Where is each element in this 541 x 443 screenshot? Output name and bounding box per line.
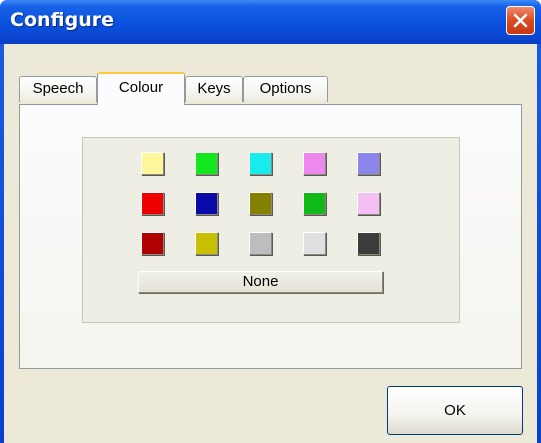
- colour-swatch[interactable]: [249, 232, 272, 255]
- colour-swatch[interactable]: [303, 192, 326, 215]
- colour-swatch[interactable]: [141, 152, 164, 175]
- none-colour-button[interactable]: None: [138, 271, 383, 293]
- tab-keys[interactable]: Keys: [185, 76, 243, 102]
- colour-swatch[interactable]: [303, 232, 326, 255]
- tab-options[interactable]: Options: [243, 76, 328, 102]
- title-bar[interactable]: Configure: [0, 0, 541, 44]
- colour-swatch[interactable]: [249, 192, 272, 215]
- tab-speech[interactable]: Speech: [19, 76, 97, 102]
- ok-button[interactable]: OK: [387, 386, 523, 435]
- colour-swatch[interactable]: [195, 232, 218, 255]
- colour-swatch[interactable]: [195, 152, 218, 175]
- close-button[interactable]: [506, 6, 535, 35]
- tab-colour[interactable]: Colour: [97, 72, 185, 105]
- colour-swatch[interactable]: [357, 152, 380, 175]
- window-title: Configure: [10, 9, 114, 31]
- colour-swatch[interactable]: [141, 192, 164, 215]
- tab-strip: Speech Colour Keys Options: [19, 72, 522, 105]
- colour-swatch[interactable]: [357, 192, 380, 215]
- colour-palette-group: None: [82, 137, 460, 323]
- colour-swatch[interactable]: [195, 192, 218, 215]
- dialog-client-area: Speech Colour Keys Options None OK: [4, 44, 537, 443]
- configure-dialog: Configure Speech Colour Keys Options Non…: [0, 0, 541, 443]
- colour-tab-panel: None: [19, 104, 522, 369]
- close-icon: [513, 13, 528, 28]
- colour-swatch[interactable]: [303, 152, 326, 175]
- colour-swatch[interactable]: [141, 232, 164, 255]
- colour-swatch[interactable]: [357, 232, 380, 255]
- colour-swatch[interactable]: [249, 152, 272, 175]
